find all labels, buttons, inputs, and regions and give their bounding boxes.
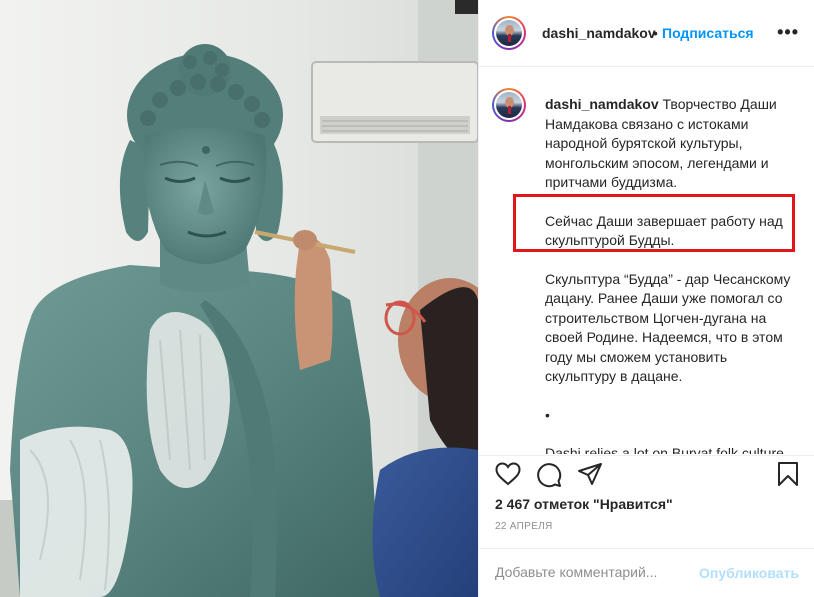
bookmark-icon[interactable] [777, 461, 799, 487]
profile-avatar-icon[interactable] [492, 16, 526, 50]
header-separator: • [653, 25, 658, 41]
caption-paragraph-1: dashi_namdakov Творчество Даши Намдакова… [545, 95, 801, 193]
caption-paragraph-5: Dashi relies a lot on Buryat folk cultur… [545, 445, 788, 454]
caption-paragraph-4: • [545, 406, 550, 423]
share-icon[interactable] [577, 462, 603, 486]
post-photo[interactable] [0, 0, 478, 597]
post-date[interactable]: 22 АПРЕЛЯ [495, 521, 552, 532]
post-side-panel: dashi_namdakov • Подписаться ••• dashi_n… [478, 0, 814, 597]
comment-form: Опубликовать [479, 548, 814, 597]
caption-paragraph-3: Скульптура “Будда” - дар Чесанскому даца… [545, 270, 791, 385]
sculptor-buddha-image [0, 0, 478, 597]
header-username-link[interactable]: dashi_namdakov [542, 25, 656, 41]
follow-button[interactable]: Подписаться [662, 25, 754, 41]
caption-username-link[interactable]: dashi_namdakov [545, 96, 659, 112]
heart-icon[interactable] [495, 462, 521, 486]
post-caption: dashi_namdakov Творчество Даши Намдакова… [479, 68, 814, 454]
caption-text: dashi_namdakov Творчество Даши Намдакова… [545, 95, 801, 454]
likes-count[interactable]: 2 467 отметок "Нравится" [495, 496, 673, 512]
post-header: dashi_namdakov • Подписаться ••• [479, 0, 814, 67]
caption-avatar-icon[interactable] [492, 88, 526, 122]
comment-icon[interactable] [536, 462, 562, 488]
highlight-annotation-box [513, 194, 795, 252]
post-actions: 2 467 отметок "Нравится" 22 АПРЕЛЯ Опубл… [479, 455, 814, 597]
publish-comment-button[interactable]: Опубликовать [699, 565, 799, 581]
more-options-icon[interactable]: ••• [777, 22, 799, 43]
comment-input[interactable] [495, 564, 695, 580]
